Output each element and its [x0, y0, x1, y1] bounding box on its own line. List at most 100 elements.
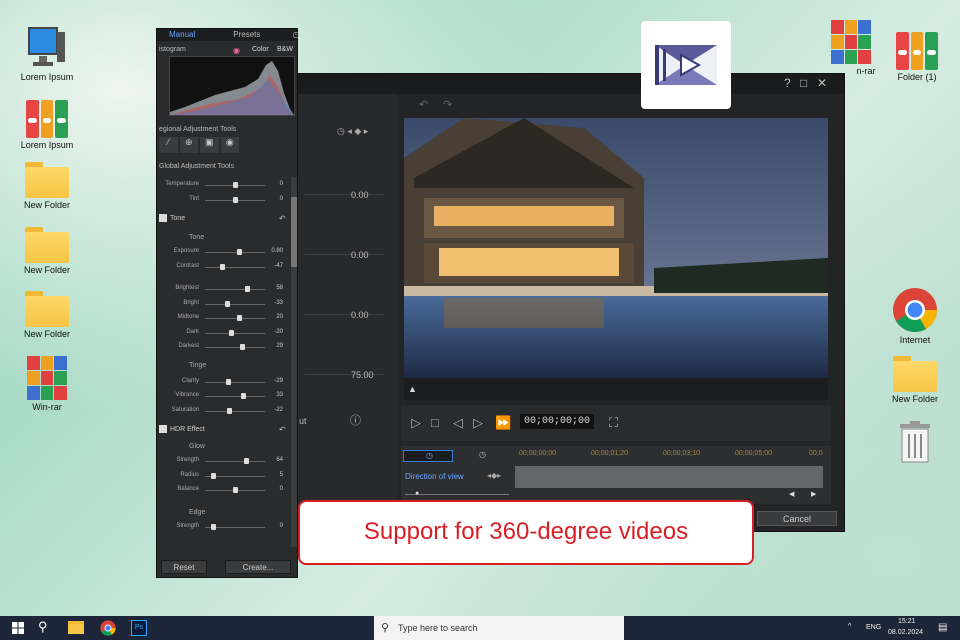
undo-icon[interactable]: ↶ — [419, 98, 428, 111]
desktop-icon-folder[interactable]: New Folder — [12, 162, 82, 210]
scroll-thumb[interactable] — [291, 197, 297, 267]
slider-track[interactable] — [205, 461, 265, 462]
close-button[interactable]: ✕ — [817, 76, 827, 90]
keyframe-icon[interactable]: ◷ — [479, 450, 486, 459]
notifications-icon[interactable]: ▤ — [938, 622, 947, 633]
playhead-icon[interactable]: ▲ — [408, 384, 417, 394]
timeline-track[interactable] — [515, 466, 823, 488]
slider-track[interactable] — [205, 332, 265, 334]
slider-track[interactable] — [205, 289, 265, 290]
slider-row-bright[interactable]: Bright -33 — [161, 300, 289, 310]
desktop-icon-folder[interactable]: New Folder — [880, 356, 950, 404]
next-frame-icon[interactable]: ▷ — [473, 415, 483, 431]
desktop-icon-folder[interactable]: New Folder — [12, 227, 82, 275]
tray-chevron-icon[interactable]: ^ — [848, 623, 851, 630]
slider-row-saturation[interactable]: Saturation -22 — [161, 407, 289, 417]
create-button[interactable]: Create... — [225, 560, 291, 574]
redo-icon[interactable]: ↷ — [443, 98, 452, 111]
spot-tool-icon[interactable]: ◉ — [220, 137, 239, 153]
tab-presets[interactable]: Presets — [207, 29, 272, 41]
fullscreen-icon[interactable]: ⛶ — [609, 415, 618, 431]
desktop-icon-winrar[interactable]: Win-rar — [12, 356, 82, 412]
chrome-taskbar-icon[interactable] — [100, 620, 116, 636]
tab-manual[interactable]: Manual — [157, 29, 207, 41]
slider-knob[interactable] — [244, 458, 250, 464]
hdr-section[interactable]: HDR Effect — [159, 425, 205, 433]
slider-knob[interactable] — [228, 329, 234, 336]
scroll-right-icon[interactable]: ▶ — [811, 490, 816, 498]
view-toggle[interactable]: ◷ — [403, 450, 453, 462]
windows-start-icon[interactable] — [12, 622, 24, 634]
previous-frame-icon[interactable]: ◁ — [453, 415, 463, 431]
slider-row-brightest[interactable]: Brightest 58 — [161, 285, 289, 295]
slider-row-clarity[interactable]: Clarity -29 — [161, 378, 289, 388]
file-explorer-icon[interactable] — [68, 621, 84, 634]
slider-row-balance[interactable]: Balance 0 — [161, 486, 289, 496]
slider-knob[interactable] — [237, 249, 243, 255]
cancel-button[interactable]: Cancel — [757, 511, 837, 526]
slider-knob[interactable] — [224, 300, 230, 307]
slider-knob[interactable] — [245, 286, 251, 292]
checkbox[interactable] — [159, 425, 167, 433]
slider-knob[interactable] — [233, 182, 238, 188]
slider-knob[interactable] — [220, 263, 226, 270]
clock-time[interactable]: 15:21 — [898, 618, 916, 625]
color-wheel-icon[interactable]: ◉ — [233, 46, 240, 55]
search-icon[interactable]: ⚲ — [38, 619, 48, 635]
keyframe-icon[interactable]: ◂◆▸ — [487, 471, 501, 480]
slider-knob[interactable] — [240, 344, 246, 350]
clock-date[interactable]: 08.02.2024 — [888, 629, 923, 636]
zoom-slider[interactable] — [405, 494, 509, 495]
slider-row-radius[interactable]: Radius 5 — [161, 472, 289, 482]
slider-track[interactable] — [205, 318, 265, 319]
slider-row-temperature[interactable]: Temperature 0 — [161, 181, 289, 191]
scrubber-bar[interactable]: ▲ — [404, 378, 828, 400]
slider-knob[interactable] — [210, 472, 216, 479]
bw-toggle[interactable]: B&W — [277, 46, 293, 53]
slider-row-exposure[interactable]: Exposure 0.80 — [161, 248, 289, 258]
slider-row-vibrance[interactable]: Vibrance 33 — [161, 392, 289, 402]
desktop-icon-binder[interactable]: Folder (1) — [882, 28, 952, 82]
slider-track[interactable] — [205, 396, 265, 397]
history-icon[interactable]: ◷ — [272, 29, 299, 41]
slider-track[interactable] — [205, 347, 265, 348]
slider-row-strength[interactable]: Strength 64 — [161, 457, 289, 467]
language-indicator[interactable]: ENG — [866, 624, 881, 631]
reset-section-icon[interactable]: ↶ — [279, 214, 286, 223]
slider-row-strength[interactable]: Strength 0 — [161, 523, 289, 533]
slider-knob[interactable] — [227, 407, 233, 414]
slider-knob[interactable] — [237, 315, 243, 321]
color-toggle[interactable]: Color — [252, 46, 269, 53]
slider-knob[interactable] — [233, 487, 238, 493]
zoom-knob[interactable]: ● — [415, 490, 419, 497]
maximize-button[interactable]: □ — [800, 76, 807, 90]
slider-track[interactable] — [205, 266, 265, 268]
slider-row-midtone[interactable]: Midtone 20 — [161, 314, 289, 324]
desktop-icon-folder[interactable]: New Folder — [12, 291, 82, 339]
slider-row-contrast[interactable]: Contrast -47 — [161, 263, 289, 273]
tone-section[interactable]: Tone — [159, 214, 185, 222]
video-preview[interactable] — [404, 118, 828, 378]
checkbox[interactable] — [159, 214, 167, 222]
desktop-icon-winrar[interactable]: n-rar — [816, 20, 886, 76]
keyframe-icon[interactable]: ◷ ◂ ◆ ▸ — [337, 126, 368, 137]
slider-row-darkest[interactable]: Darkest 29 — [161, 343, 289, 353]
photoshop-icon[interactable]: Ps — [131, 620, 147, 636]
gradient-tool-icon[interactable]: ▣ — [200, 137, 219, 153]
desktop-icon-computer[interactable]: Lorem Ipsum — [12, 26, 82, 82]
slider-row-dark[interactable]: Dark -20 — [161, 329, 289, 339]
scroll-left-icon[interactable]: ◀ — [789, 490, 794, 498]
slider-track[interactable] — [205, 410, 265, 412]
panel-scrollbar[interactable] — [291, 177, 297, 547]
reset-button[interactable]: Reset — [161, 560, 207, 574]
brush-tool-icon[interactable]: ⁄ — [159, 137, 178, 153]
slider-track[interactable] — [205, 252, 265, 253]
slider-track[interactable] — [205, 303, 265, 305]
reset-section-icon[interactable]: ↶ — [279, 425, 286, 434]
slider-knob[interactable] — [210, 523, 216, 530]
taskbar-search-box[interactable]: ⚲ Type here to search — [374, 616, 624, 640]
play-icon[interactable]: ▷ — [411, 415, 421, 431]
slider-knob[interactable] — [241, 393, 247, 399]
slider-knob[interactable] — [225, 378, 231, 385]
fast-forward-icon[interactable]: ⏩ — [495, 415, 511, 431]
